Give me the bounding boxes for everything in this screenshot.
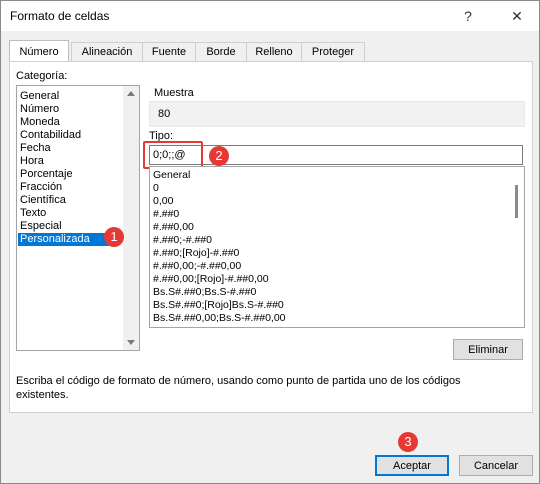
format-cells-dialog: Formato de celdas ? ✕ Número Alineación … xyxy=(0,0,540,484)
callout-badge-1: 1 xyxy=(104,227,124,247)
scroll-up-icon[interactable] xyxy=(127,91,135,96)
tab-relleno[interactable]: Relleno xyxy=(246,42,302,62)
category-item[interactable]: Fracción xyxy=(20,181,62,194)
category-item[interactable]: Fecha xyxy=(20,142,51,155)
category-item[interactable]: Texto xyxy=(20,207,46,220)
accept-button[interactable]: Aceptar xyxy=(375,455,449,476)
delete-button[interactable]: Eliminar xyxy=(453,339,523,360)
format-item[interactable]: Bs.S#.##0;[Rojo]Bs.S-#.##0 xyxy=(153,299,284,312)
category-item[interactable]: Número xyxy=(20,103,59,116)
format-item[interactable]: #.##0,00;-#.##0,00 xyxy=(153,260,241,273)
sample-box: 80 xyxy=(149,101,525,127)
category-item[interactable]: Contabilidad xyxy=(20,129,81,142)
format-item[interactable]: #.##0;[Rojo]-#.##0 xyxy=(153,247,239,260)
tab-numero[interactable]: Número xyxy=(9,40,69,62)
help-button[interactable]: ? xyxy=(457,6,479,26)
format-item[interactable]: 0 xyxy=(153,182,159,195)
category-item[interactable]: Especial xyxy=(20,220,62,233)
scroll-thumb[interactable] xyxy=(515,185,518,218)
callout-badge-3: 3 xyxy=(398,432,418,452)
category-item[interactable]: Porcentaje xyxy=(20,168,73,181)
format-item[interactable]: 0,00 xyxy=(153,195,173,208)
category-item-selected[interactable]: Personalizada xyxy=(18,233,118,246)
format-item[interactable]: Bs.S#.##0,00;Bs.S-#.##0,00 xyxy=(153,312,286,325)
format-item[interactable]: General xyxy=(153,169,190,182)
format-scrollbar[interactable] xyxy=(508,167,524,327)
category-scrollbar[interactable] xyxy=(123,86,139,350)
cancel-button[interactable]: Cancelar xyxy=(459,455,533,476)
sample-label: Muestra xyxy=(154,87,194,99)
category-item[interactable]: Científica xyxy=(20,194,66,207)
category-label: Categoría: xyxy=(16,70,68,82)
category-item[interactable]: General xyxy=(20,90,59,103)
format-item[interactable]: #.##0 xyxy=(153,208,179,221)
callout-badge-2: 2 xyxy=(209,146,229,166)
tab-borde[interactable]: Borde xyxy=(195,42,247,62)
format-item[interactable]: #.##0,00;[Rojo]-#.##0,00 xyxy=(153,273,269,286)
tab-fuente[interactable]: Fuente xyxy=(142,42,196,62)
tab-proteger[interactable]: Proteger xyxy=(301,42,365,62)
tab-alineacion[interactable]: Alineación xyxy=(71,42,143,62)
format-item[interactable]: #.##0;-#.##0 xyxy=(153,234,212,247)
title-bar: Formato de celdas ? ✕ xyxy=(1,1,539,31)
category-listbox[interactable]: General Número Moneda Contabilidad Fecha… xyxy=(16,85,140,351)
sample-value: 80 xyxy=(158,108,171,120)
format-item[interactable]: #.##0,00 xyxy=(153,221,194,234)
category-item[interactable]: Moneda xyxy=(20,116,60,129)
format-item[interactable]: Bs.S#.##0;Bs.S-#.##0 xyxy=(153,286,256,299)
scroll-down-icon[interactable] xyxy=(127,340,135,345)
close-button[interactable]: ✕ xyxy=(506,6,528,26)
dialog-title: Formato de celdas xyxy=(10,9,110,23)
category-item[interactable]: Hora xyxy=(20,155,44,168)
format-code-list[interactable]: General 0 0,00 #.##0 #.##0,00 #.##0;-#.#… xyxy=(149,166,525,328)
type-input[interactable]: 0;0;;@ xyxy=(149,145,523,165)
description-text: Escriba el código de formato de número, … xyxy=(16,375,461,401)
callout-highlight xyxy=(143,141,203,169)
